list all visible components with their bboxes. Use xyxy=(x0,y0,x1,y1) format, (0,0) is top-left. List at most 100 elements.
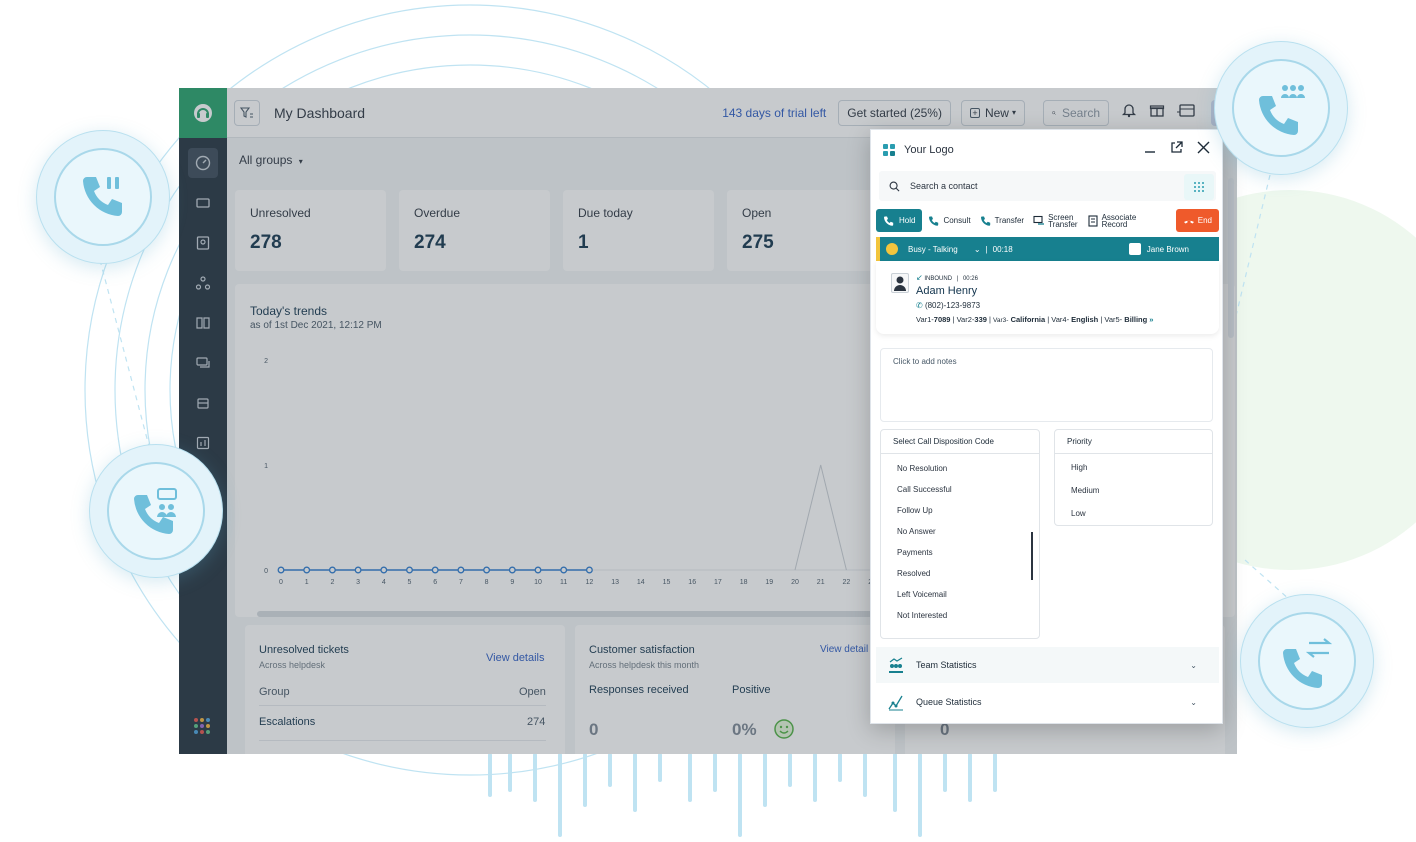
dialpad-button[interactable] xyxy=(1184,174,1214,200)
priority-option[interactable]: High xyxy=(1055,456,1212,479)
busy-status-icon xyxy=(886,243,898,255)
hold-label: Hold xyxy=(899,216,916,225)
caller-avatar-icon xyxy=(891,273,909,293)
priority-option[interactable]: Low xyxy=(1055,502,1212,525)
disposition-option[interactable]: Follow Up xyxy=(881,500,1039,521)
transfer-label: Transfer xyxy=(994,216,1025,225)
bubble-inner xyxy=(54,148,152,246)
phone-consult-icon xyxy=(929,216,939,226)
agent-state-dropdown[interactable]: Busy - Talking ⌄ xyxy=(908,245,981,254)
contact-search-input[interactable]: Search a contact xyxy=(879,171,1216,201)
caller-number: (802)-123-9873 xyxy=(924,301,981,310)
softphone-brand: Your Logo xyxy=(904,144,954,156)
phone-pause-icon xyxy=(82,176,122,216)
var-value: English xyxy=(1071,315,1099,324)
status-accent xyxy=(876,237,880,261)
call-timer: 00:18 xyxy=(992,244,1013,254)
var-value: 339 xyxy=(974,315,987,324)
phone-agents-icon xyxy=(133,487,177,534)
phone-icon: ✆ xyxy=(916,301,923,310)
softphone-header: Your Logo xyxy=(871,130,1222,170)
call-direction-row: ↙ INBOUND | 00:26 xyxy=(916,273,978,282)
brand-logo-icon xyxy=(883,143,895,156)
var-key: Var3- xyxy=(993,317,1009,324)
agent-avatar-icon xyxy=(1128,243,1141,255)
softphone-widget: Your Logo Search a contact Hold Consult … xyxy=(870,129,1223,724)
close-icon[interactable] xyxy=(1197,141,1210,159)
phone-transfer-icon xyxy=(980,216,990,226)
disposition-option[interactable]: Resolved xyxy=(881,563,1039,584)
priority-title: Priority xyxy=(1055,430,1212,454)
popout-icon[interactable] xyxy=(1170,141,1183,159)
var-key: Var4- xyxy=(1051,315,1070,324)
caller-name: Adam Henry xyxy=(916,285,978,297)
var-key: Var2- xyxy=(956,315,975,324)
disposition-option[interactable]: Left Voicemail xyxy=(881,584,1039,605)
call-swap-bubble xyxy=(1240,594,1374,728)
associate-label-2: Record xyxy=(1101,219,1128,229)
queue-statistics-icon xyxy=(888,695,903,711)
bubble-inner xyxy=(107,462,205,560)
team-statistics-accordion[interactable]: Team Statistics ⌄ xyxy=(876,647,1219,683)
call-notes-field[interactable]: Click to add notes xyxy=(880,348,1213,422)
priority-option[interactable]: Medium xyxy=(1055,479,1212,502)
disposition-code-panel: Select Call Disposition Code No Resoluti… xyxy=(880,429,1040,639)
phone-hold-icon xyxy=(884,216,894,226)
marketing-canvas: My Dashboard 143 days of trial left Get … xyxy=(0,0,1416,842)
chevron-down-icon: ⌄ xyxy=(973,244,981,254)
var-key: Var1- xyxy=(916,315,934,324)
agent-state-label: Busy - Talking xyxy=(908,244,958,254)
queue-statistics-accordion[interactable]: Queue Statistics ⌄ xyxy=(876,684,1219,720)
bubble-inner xyxy=(1232,59,1330,157)
team-statistics-icon xyxy=(889,657,903,673)
hold-button[interactable]: Hold xyxy=(876,209,923,232)
inbound-call-icon: ↙ xyxy=(916,273,923,282)
disposition-option[interactable]: No Resolution xyxy=(881,458,1039,479)
phone-swap-icon xyxy=(1282,638,1333,688)
hang-up-icon xyxy=(1183,220,1194,223)
separator: | xyxy=(985,244,988,254)
screen-transfer-button[interactable]: Screen Transfer xyxy=(1030,209,1081,232)
call-direction: INBOUND xyxy=(924,276,953,282)
priority-panel: Priority High Medium Low xyxy=(1054,429,1213,526)
caller-info-card: ↙ INBOUND | 00:26 Adam Henry ✆ (802)-123… xyxy=(876,261,1219,334)
phone-conference-icon xyxy=(1258,84,1305,135)
associate-record-button[interactable]: Associate Record xyxy=(1084,209,1140,232)
caller-variables: Var1-7089 | Var2-339 | Var3- California … xyxy=(916,315,1154,324)
expand-variables-icon[interactable]: » xyxy=(1149,315,1153,324)
queue-statistics-label: Queue Statistics xyxy=(916,697,982,707)
var-value: California xyxy=(1010,315,1046,324)
associate-record-icon xyxy=(1088,214,1098,227)
contact-search-placeholder: Search a contact xyxy=(910,181,978,191)
conference-call-bubble xyxy=(1214,41,1348,175)
minimize-icon[interactable] xyxy=(1144,141,1156,159)
team-statistics-label: Team Statistics xyxy=(916,660,977,670)
disposition-scrollbar[interactable] xyxy=(1031,532,1033,580)
page-scrollbar[interactable] xyxy=(1228,178,1234,338)
chevron-down-icon: ⌄ xyxy=(1190,660,1197,670)
screen-transfer-icon xyxy=(1033,215,1045,225)
end-label: End xyxy=(1197,216,1212,225)
disposition-title: Select Call Disposition Code xyxy=(881,430,1039,454)
call-duration: 00:26 xyxy=(962,276,978,282)
consult-label: Consult xyxy=(943,216,971,225)
disposition-option[interactable]: Not Interested xyxy=(881,605,1039,626)
chevron-down-icon: ⌄ xyxy=(1190,697,1197,707)
var-key: Var5- xyxy=(1104,315,1123,324)
transfer-button[interactable]: Transfer xyxy=(977,209,1028,232)
agent-name: Jane Brown xyxy=(1146,244,1189,254)
caller-number-row[interactable]: ✆ (802)-123-9873 xyxy=(916,301,980,310)
disposition-option[interactable]: Payments xyxy=(881,542,1039,563)
var-value: 7089 xyxy=(933,315,951,324)
call-hold-bubble xyxy=(36,130,170,264)
dialpad-icon xyxy=(1194,182,1204,192)
consult-button[interactable]: Consult xyxy=(925,209,973,232)
bubble-inner xyxy=(1258,612,1356,710)
disposition-option[interactable]: No Answer xyxy=(881,521,1039,542)
disposition-option[interactable]: Call Successful xyxy=(881,479,1039,500)
call-status-bar: Busy - Talking ⌄ | 00:18 Jane Brown xyxy=(876,237,1219,261)
end-call-button[interactable]: End xyxy=(1175,209,1219,232)
call-transfer-agent-bubble xyxy=(89,444,223,578)
call-actions-bar: Hold Consult Transfer Screen Transfer Ass… xyxy=(876,209,1219,232)
var-value: Billing xyxy=(1124,315,1148,324)
